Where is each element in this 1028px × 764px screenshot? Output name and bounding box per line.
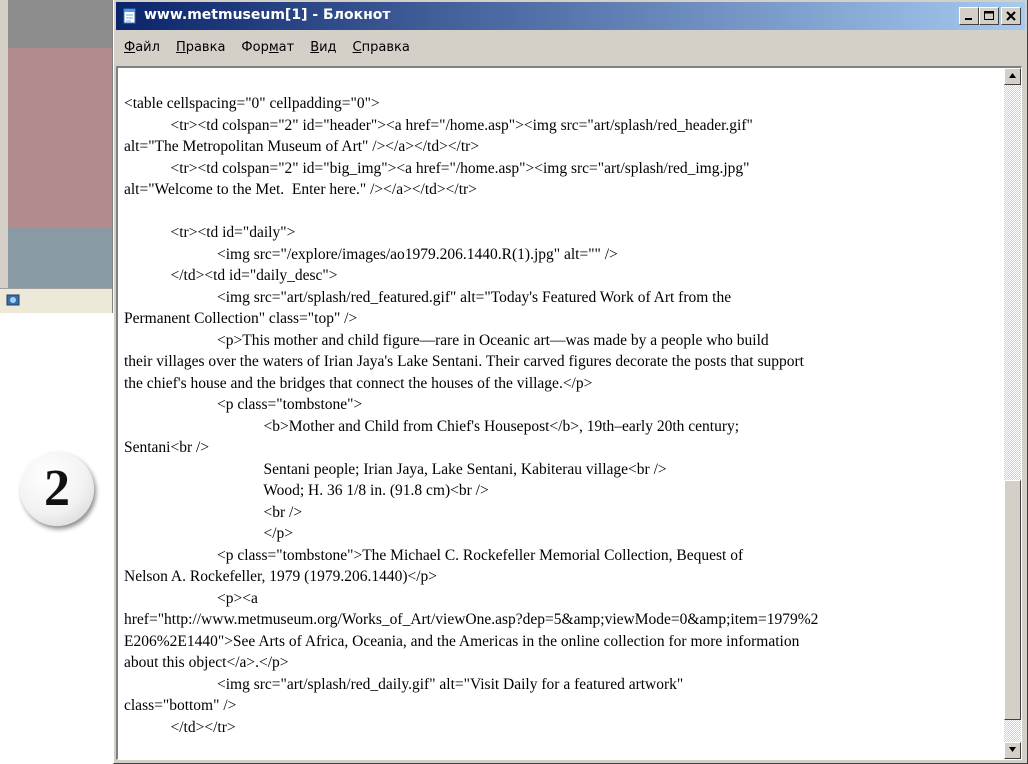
text-line: alt="The Metropolitan Museum of Art" /><… — [124, 138, 480, 155]
notepad-window: www.metmuseum[1] - Блокнот Файл Правка Ф… — [113, 0, 1028, 764]
menu-view[interactable]: Вид — [302, 40, 344, 55]
text-editor[interactable]: <table cellspacing="0" cellpadding="0"> … — [116, 66, 1022, 760]
text-line: E206%2E1440">See Arts of Africa, Oceania… — [124, 632, 800, 650]
text-line: alt="Welcome to the Met. Enter here." />… — [124, 181, 477, 198]
arrow-up-icon — [1009, 73, 1016, 78]
document-text[interactable]: <table cellspacing="0" cellpadding="0"> … — [124, 93, 1004, 738]
text-line — [124, 201, 1004, 223]
text-line: <b>Mother and Child from Chief's Housepo… — [124, 417, 740, 435]
text-line: Sentani people; Irian Jaya, Lake Sentani… — [124, 460, 667, 478]
maximize-button[interactable] — [979, 7, 999, 25]
background-status-bar — [0, 288, 112, 313]
text-line: <tr><td colspan="2" id="big_img"><a href… — [124, 159, 750, 177]
text-line: Permanent Collection" class="top" /> — [124, 310, 358, 327]
close-icon — [1006, 11, 1016, 21]
menu-edit[interactable]: Правка — [168, 40, 233, 55]
text-line: <img src="/explore/images/ao1979.206.144… — [124, 245, 618, 263]
text-line: class="bottom" /> — [124, 697, 237, 714]
background-image-lower — [8, 228, 112, 288]
text-line: <p class="tombstone">The Michael C. Rock… — [124, 546, 744, 564]
minimize-icon — [965, 18, 972, 20]
arrow-down-icon — [1009, 747, 1016, 752]
background-image — [8, 48, 112, 228]
text-line: Nelson A. Rockefeller, 1979 (1979.206.14… — [124, 568, 438, 585]
vertical-scrollbar[interactable] — [1004, 68, 1021, 759]
text-line: <img src="art/splash/red_featured.gif" a… — [124, 288, 732, 306]
text-line: </td><td id="daily_desc"> — [124, 267, 338, 284]
text-line: the chief's house and the bridges that c… — [124, 374, 593, 392]
close-button[interactable] — [1001, 7, 1021, 25]
scrollbar-thumb[interactable] — [1004, 480, 1021, 720]
text-line: Sentani<br /> — [124, 439, 210, 456]
text-line: about this object</a>.</p> — [124, 654, 289, 671]
internet-zone-icon — [6, 294, 20, 306]
text-line: </p> — [124, 525, 294, 542]
title-bar[interactable]: www.metmuseum[1] - Блокнот — [116, 2, 1025, 30]
window-controls — [959, 7, 1021, 25]
text-line: their villages over the waters of Irian … — [124, 353, 804, 370]
slide-number: 2 — [44, 460, 70, 517]
background-image-top — [8, 0, 112, 48]
scroll-up-button[interactable] — [1004, 68, 1021, 85]
text-line: href="http://www.metmuseum.org/Works_of_… — [124, 611, 819, 628]
notepad-icon — [123, 8, 136, 24]
window-title: www.metmuseum[1] - Блокнот — [144, 7, 391, 23]
menu-format[interactable]: Формат — [233, 40, 302, 55]
slide-number-badge: 2 — [20, 452, 94, 526]
minimize-button[interactable] — [959, 7, 979, 25]
text-line: <tr><td id="daily"> — [124, 224, 296, 241]
text-line: </td></tr> — [124, 718, 236, 736]
menu-file[interactable]: Файл — [116, 40, 168, 55]
text-line: <p><a — [124, 589, 258, 607]
menu-bar: Файл Правка Формат Вид Справка — [116, 33, 1025, 61]
menu-help[interactable]: Справка — [345, 40, 418, 55]
text-line: <br /> — [124, 503, 303, 521]
text-line: <table cellspacing="0" cellpadding="0"> — [124, 95, 380, 112]
text-line: <tr><td colspan="2" id="header"><a href=… — [124, 116, 753, 134]
maximize-icon — [984, 11, 994, 20]
text-line: <p>This mother and child figure—rare in … — [124, 331, 769, 349]
text-line: <p class="tombstone"> — [124, 396, 363, 413]
background-window — [0, 0, 113, 313]
text-line: Wood; H. 36 1/8 in. (91.8 cm)<br /> — [124, 482, 489, 499]
text-line: <img src="art/splash/red_daily.gif" alt=… — [124, 675, 684, 693]
scroll-down-button[interactable] — [1004, 742, 1021, 759]
